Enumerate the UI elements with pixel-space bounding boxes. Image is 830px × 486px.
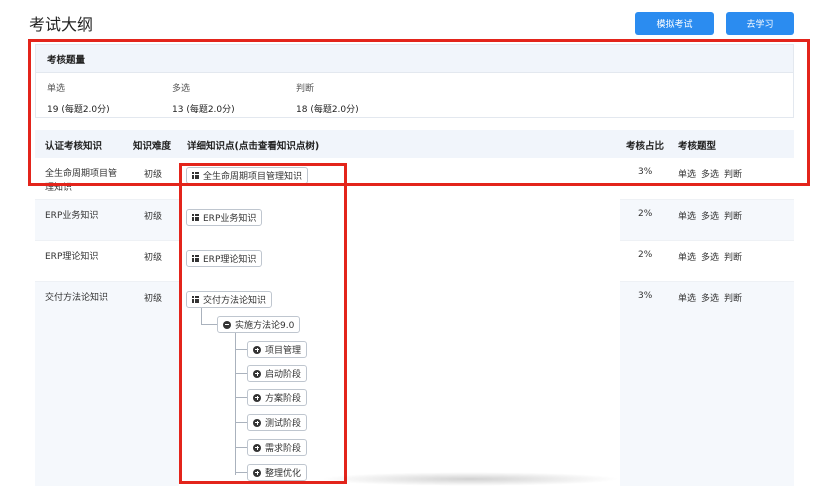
table-row: ERP业务知识 初级 2% 单选 多选 判断 [35,200,794,241]
type-multi: 多选 [701,294,720,304]
type-single: 单选 [678,294,697,304]
table-row: ERP理论知识 初级 2% 单选 多选 判断 [35,241,794,282]
table-row: 交付方法论知识 初级 3% 单选 多选 判断 [35,282,794,486]
type-judge: 判断 [724,212,743,222]
type-judge: 判断 [724,294,743,304]
type-multi: 多选 [701,253,720,263]
type-single: 单选 [678,212,697,222]
row-knowledge-name: 交付方法论知识 [45,293,109,303]
row-ratio: 2% [638,209,653,219]
row-knowledge-name: ERP理论知识 [45,252,99,262]
row-question-types: 单选 多选 判断 [678,250,747,263]
mock-exam-button[interactable]: 模拟考试 [635,12,714,35]
row-ratio: 2% [638,250,653,260]
highlight-frame-exam [28,39,810,186]
go-study-button[interactable]: 去学习 [726,12,794,35]
row-ratio: 3% [638,291,653,301]
scroll-shadow [320,472,620,486]
row-level: 初级 [144,212,163,222]
type-multi: 多选 [701,212,720,222]
row-question-types: 单选 多选 判断 [678,209,747,222]
row-knowledge-name: ERP业务知识 [45,211,99,221]
row-question-types: 单选 多选 判断 [678,291,747,304]
type-single: 单选 [678,253,697,263]
page-title: 考试大纲 [29,15,94,34]
type-judge: 判断 [724,253,743,263]
row-level: 初级 [144,294,163,304]
row-level: 初级 [144,253,163,263]
highlight-frame-tree [179,163,347,484]
